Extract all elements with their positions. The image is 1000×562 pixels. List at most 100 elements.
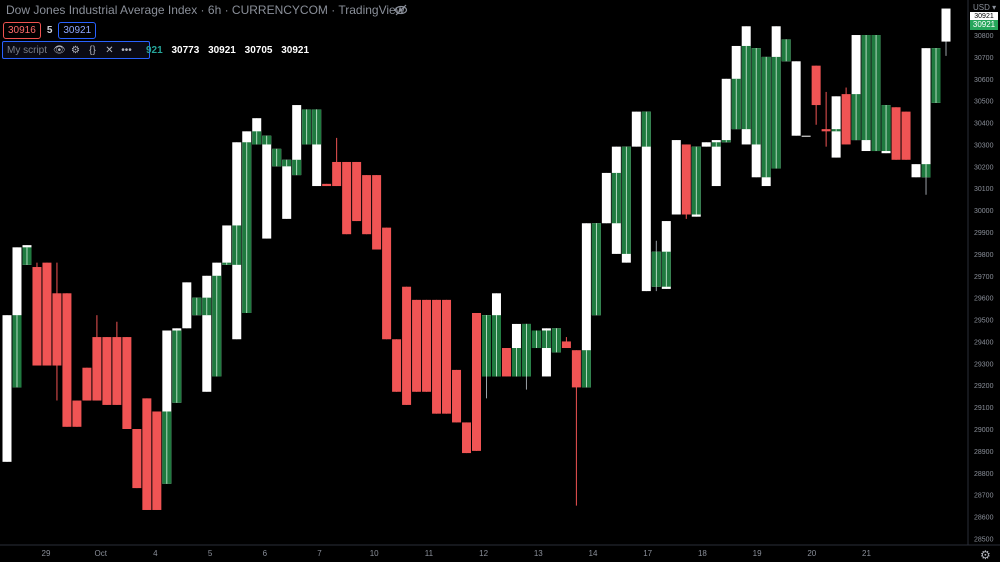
candle[interactable] [202, 275, 212, 392]
candle[interactable] [452, 369, 462, 423]
candle[interactable] [62, 293, 72, 427]
candle[interactable] [142, 398, 152, 510]
candle[interactable] [761, 56, 771, 187]
candle[interactable] [102, 337, 112, 405]
close-icon[interactable]: ✕ [104, 45, 115, 56]
candle[interactable] [631, 111, 641, 147]
candle[interactable] [472, 312, 481, 451]
candle[interactable] [791, 61, 801, 136]
candle[interactable] [491, 293, 501, 377]
candle[interactable] [432, 299, 442, 414]
candle[interactable] [661, 221, 671, 289]
sell-price-button[interactable]: 30916 [3, 22, 41, 39]
candle[interactable] [711, 140, 721, 187]
candle[interactable] [342, 161, 352, 235]
candle[interactable] [601, 172, 611, 224]
candle[interactable] [911, 164, 921, 178]
candle[interactable] [132, 428, 142, 489]
candlestick-chart[interactable]: 28500 28600 28700 28800 28900 29000 29100 29200… [0, 0, 1000, 562]
candle[interactable] [262, 135, 272, 239]
candle[interactable] [2, 315, 12, 462]
candle[interactable] [462, 422, 472, 454]
candle[interactable] [442, 299, 452, 414]
eye-off-icon[interactable] [394, 3, 408, 17]
candle[interactable] [352, 161, 362, 222]
candle[interactable] [232, 142, 242, 340]
candle[interactable] [362, 175, 372, 235]
candle[interactable] [312, 109, 322, 187]
candle[interactable] [212, 262, 222, 377]
candle[interactable] [182, 282, 192, 329]
candle[interactable] [891, 107, 901, 160]
candle-body-down [342, 161, 352, 235]
candle[interactable] [422, 299, 432, 392]
candle[interactable] [322, 183, 332, 187]
candle[interactable] [551, 328, 561, 353]
candle[interactable] [402, 286, 412, 405]
candle[interactable] [721, 78, 731, 143]
candle[interactable] [901, 111, 911, 160]
candle[interactable] [192, 297, 202, 316]
candle[interactable] [302, 109, 312, 145]
ohlc-partial: 921 [146, 45, 163, 56]
candle[interactable] [881, 105, 891, 154]
candle[interactable] [591, 223, 601, 316]
candle[interactable] [511, 323, 521, 377]
candle[interactable] [931, 48, 941, 103]
candle[interactable] [72, 400, 82, 427]
candle[interactable] [531, 330, 541, 349]
time-tick-label: 14 [589, 549, 598, 558]
candle[interactable] [42, 262, 52, 366]
candle[interactable] [82, 367, 92, 401]
candle[interactable] [921, 48, 931, 195]
candle[interactable] [152, 411, 162, 510]
candle[interactable] [841, 87, 851, 145]
eye-icon[interactable]: 👁 [53, 45, 66, 56]
candle[interactable] [801, 135, 811, 137]
candle[interactable] [22, 245, 32, 265]
candle[interactable] [621, 146, 631, 263]
candle[interactable] [741, 26, 751, 145]
candle[interactable] [12, 247, 22, 388]
candle[interactable] [701, 142, 711, 147]
candle[interactable] [871, 35, 881, 152]
candle[interactable] [501, 348, 511, 377]
candle[interactable] [252, 118, 262, 145]
currency-selector[interactable]: USD ▾ [973, 3, 996, 12]
candle[interactable] [581, 223, 591, 388]
candle[interactable] [412, 299, 422, 392]
candle[interactable] [641, 111, 651, 292]
candle[interactable] [162, 330, 172, 484]
candle[interactable] [831, 96, 841, 158]
source-code-icon[interactable]: {} [87, 45, 98, 56]
settings-icon[interactable]: ⚙ [70, 45, 81, 56]
candle[interactable] [282, 159, 292, 219]
indicator-legend[interactable]: My script 👁 ⚙ {} ✕ ••• [2, 41, 150, 59]
candle[interactable] [611, 146, 621, 254]
candle-body-down [372, 175, 382, 250]
candle[interactable] [771, 26, 781, 169]
candle[interactable] [541, 328, 551, 377]
candle[interactable] [861, 35, 871, 152]
candle[interactable] [382, 227, 392, 340]
candle-body-down [501, 348, 511, 377]
candle[interactable] [392, 339, 402, 392]
candle[interactable] [242, 131, 252, 313]
candle[interactable] [681, 144, 691, 219]
candle[interactable] [222, 225, 232, 265]
candle[interactable] [292, 105, 302, 176]
gear-icon[interactable]: ⚙ [980, 548, 991, 562]
candle[interactable] [172, 328, 182, 403]
candle[interactable] [32, 262, 42, 366]
candle[interactable] [272, 148, 282, 167]
candle[interactable] [751, 48, 761, 178]
candle[interactable] [671, 140, 681, 215]
candle[interactable] [731, 45, 741, 130]
buy-price-button[interactable]: 30921 [58, 22, 97, 39]
more-icon[interactable]: ••• [121, 45, 132, 56]
candle[interactable] [122, 337, 132, 429]
candle[interactable] [851, 35, 861, 141]
candle[interactable] [691, 146, 701, 217]
candle[interactable] [372, 175, 382, 250]
candle[interactable] [781, 39, 791, 62]
